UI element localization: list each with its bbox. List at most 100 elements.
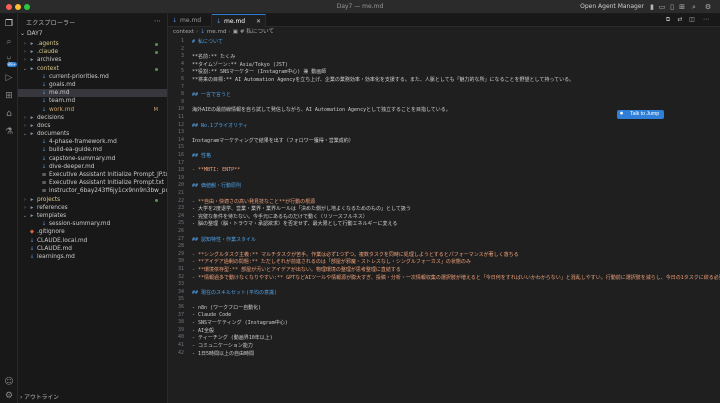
git-file-icon: ◆ [29, 229, 35, 236]
code-line[interactable]: Instagramマーケティングで結果を出す（フォロワー獲得・営業成約） [192, 137, 354, 144]
extensions-icon[interactable]: ⊞ [3, 90, 15, 102]
code-line[interactable]: - 脳の整理（脳・トラウマ・承認欲求）を否定せず、最大限として行動エネルギーに変… [192, 220, 397, 227]
code-line[interactable]: - Claude Code [192, 312, 231, 318]
code-line[interactable]: ## No.1プライオリティ [192, 122, 248, 129]
tree-file[interactable]: ↓ learnings.md [18, 253, 167, 261]
search-icon[interactable]: ⌕ [3, 36, 15, 48]
layout-icon[interactable]: ⊞ [678, 3, 686, 11]
testing-icon[interactable]: ⚗ [3, 126, 15, 138]
tree-file[interactable]: ↓ CLAUDE.local.md [18, 237, 167, 245]
code-line[interactable]: - n8n (ワークフロー自動化) [192, 304, 261, 311]
code-line[interactable]: **名前:** たくみ [192, 53, 235, 60]
open-preview-icon[interactable]: ⧉ [664, 16, 672, 24]
tree-file[interactable]: ↓ build-ea-guide.md [18, 146, 167, 154]
close-tab-icon[interactable]: ✕ [256, 15, 261, 28]
tree-file[interactable]: ◆ .gitignore [18, 228, 167, 236]
more-actions-icon[interactable]: ⋯ [702, 16, 710, 24]
code-line[interactable]: - ティーチング (動画界10年以上) [192, 334, 273, 341]
tree-file[interactable]: ≡ Executive Assistant Initialize Prompt.t… [18, 179, 167, 187]
workspace-label: DAY7 [26, 30, 43, 37]
tree-folder[interactable]: › ▸ decisions [18, 114, 167, 122]
tree-file[interactable]: ↓ session-summary.md [18, 220, 167, 228]
open-agent-manager-button[interactable]: Open Agent Manager [580, 3, 644, 10]
git-status-dot [155, 67, 158, 71]
code-line[interactable]: ## 性格 [192, 152, 211, 159]
folder-icon: ▸ [30, 114, 34, 121]
line-number: 32 [177, 273, 184, 280]
tree-file[interactable]: ↓ goals.md [18, 81, 167, 89]
markdown-file-icon: ↓ [200, 29, 206, 35]
code-line[interactable]: ## 現在のスキルセット(平均の意識) [192, 289, 277, 296]
tab-me-md[interactable]: ↓ me.md [168, 14, 212, 27]
breadcrumb-item[interactable]: me.md [207, 29, 227, 35]
tree-file[interactable]: ≡ Executive Assistant Initialize Prompt_J… [18, 171, 167, 179]
code-line[interactable]: ## 認知特性・作業スタイル [192, 236, 256, 243]
code-line[interactable]: - **情報過多で動けなくなりやすい:** GPTなどAIツールや情報源が膨大す… [192, 274, 720, 281]
code-line[interactable]: **タイムゾーン:** Asia/Tokyo (JST) [192, 61, 288, 68]
code-line[interactable]: **将来の目標:** AI Automation Agencyを立ち上げ、企業の… [192, 76, 574, 83]
tree-folder[interactable]: › ▸ references [18, 204, 167, 212]
breadcrumb-item[interactable]: context [173, 29, 194, 35]
code-line[interactable]: - **シングルタスク主義:** マルチタスクが苦手。作業は必ず1つずつ。複数タ… [192, 251, 519, 258]
tree-file[interactable]: ↓ current-priorities.md [18, 73, 167, 81]
code-line[interactable]: - 完璧な条件を待たない。今手元にあるものだけで動く（リソースフルネス） [192, 213, 368, 220]
sidebar-title: エクスプローラー [26, 20, 76, 27]
workspace-root[interactable]: ⌄ DAY7 [20, 30, 43, 37]
tree-folder[interactable]: › ▸ .agents [18, 40, 167, 48]
manage-gear-icon[interactable]: ⚙ [3, 390, 15, 402]
code-line[interactable]: - 大学を2度退学、営業・業界・業界ルールは「決めた側がし地よくなるためのもの」… [192, 205, 411, 212]
code-line[interactable]: ## 一言で言うと [192, 91, 231, 98]
toggle-panel-icon[interactable]: ▭ [658, 3, 666, 11]
tree-folder[interactable]: › ▸ projects [18, 196, 167, 204]
tree-file[interactable]: ↓ dive-deeper.md [18, 163, 167, 171]
code-line[interactable]: ## 価値観・行動原則 [192, 182, 241, 189]
compare-icon[interactable]: ⇄ [676, 16, 684, 24]
tree-item-label: learnings.md [37, 253, 75, 260]
markdown-file-icon: ↓ [41, 106, 47, 113]
tree-file[interactable]: ≡instructor_6bay243ff6jy1cx9nn9n3bw_publ… [18, 187, 167, 195]
tree-folder[interactable]: › ▸ docs [18, 122, 167, 130]
code-line[interactable]: - **MBTI: ENTP** [192, 167, 240, 173]
outline-section[interactable]: › アウトライン [20, 392, 59, 401]
toggle-secondary-sidebar-icon[interactable]: ▯ [668, 3, 676, 11]
code-line[interactable]: - **アイデア過剰の問題:** ただしそれが前進されるのは「部屋が邪魔・ストレ… [192, 258, 471, 265]
tree-item-label: references [37, 204, 68, 211]
chevron-right-icon: › [24, 41, 26, 47]
remote-explorer-icon[interactable]: ⌂ [3, 108, 15, 120]
settings-gear-icon[interactable]: ⚙ [704, 3, 712, 11]
tree-folder[interactable]: ⌄ ▸ templates [18, 212, 167, 220]
breadcrumb-item[interactable]: # 私について [240, 29, 274, 35]
tree-file[interactable]: ↓ capstone-summary.md [18, 155, 167, 163]
tree-file[interactable]: ↓ work.md M [18, 106, 167, 114]
talk-to-jump-button[interactable]: ⏺ Talk to Jump [617, 110, 665, 119]
tree-folder[interactable]: ⌄ ▸ context [18, 65, 167, 73]
tree-file[interactable]: ↓ CLAUDE.md [18, 245, 167, 253]
tree-folder[interactable]: ⌄ ▸ documents [18, 130, 167, 138]
code-line[interactable]: - 1日5時間以上の自由時間 [192, 350, 254, 357]
tree-folder[interactable]: › ▸ archives [18, 56, 167, 64]
tree-file[interactable]: ↓ team.md [18, 97, 167, 105]
tree-file[interactable]: ↓ 4-phase-framework.md [18, 138, 167, 146]
run-debug-icon[interactable]: ▷ [3, 72, 15, 84]
tree-item-label: instructor_6bay243ff6jy1cx9nn9n3bw_publi… [49, 188, 167, 195]
tree-item-label: .agents [37, 41, 59, 47]
explorer-icon[interactable]: ❐ [3, 18, 15, 30]
tree-folder[interactable]: › ▸ .claude [18, 48, 167, 56]
toggle-sidebar-icon[interactable]: ▮ [648, 3, 656, 11]
code-line[interactable]: # 私について [192, 38, 223, 45]
code-line[interactable]: - コミュニケーション能力 [192, 342, 253, 349]
code-line[interactable]: - **環境依存型:** 部屋が汚いとアイデアが出ない。物理環境の整理が思考整理… [192, 266, 401, 273]
tree-file[interactable]: ↓ me.md [18, 89, 167, 98]
code-line[interactable]: - AI全般 [192, 327, 214, 334]
code-line[interactable]: 海外AIEの最前線情報を自ら試して発信しながら、AI Automation Ag… [192, 106, 451, 113]
source-control-icon[interactable]: ⑂ 99+ [3, 54, 17, 67]
code-line[interactable]: - **自由・快適さの高い発見技なこと**が行動の根源 [192, 198, 315, 205]
tree-item-label: 4-phase-framework.md [49, 139, 117, 146]
code-line[interactable]: - SNSマーケティング (Instagram中心) [192, 319, 288, 326]
tab-me-md-active[interactable]: ↓ me.md ✕ [212, 14, 266, 27]
code-line[interactable]: **役割:** SNSマーケター (Instagram中心) 兼 動画師 [192, 68, 326, 75]
accounts-icon[interactable]: ☺ [3, 376, 15, 388]
more-actions-icon[interactable]: ⋯ [154, 17, 161, 25]
split-editor-icon[interactable]: ◫ [688, 16, 696, 24]
search-icon[interactable]: ⌕ [690, 3, 698, 11]
